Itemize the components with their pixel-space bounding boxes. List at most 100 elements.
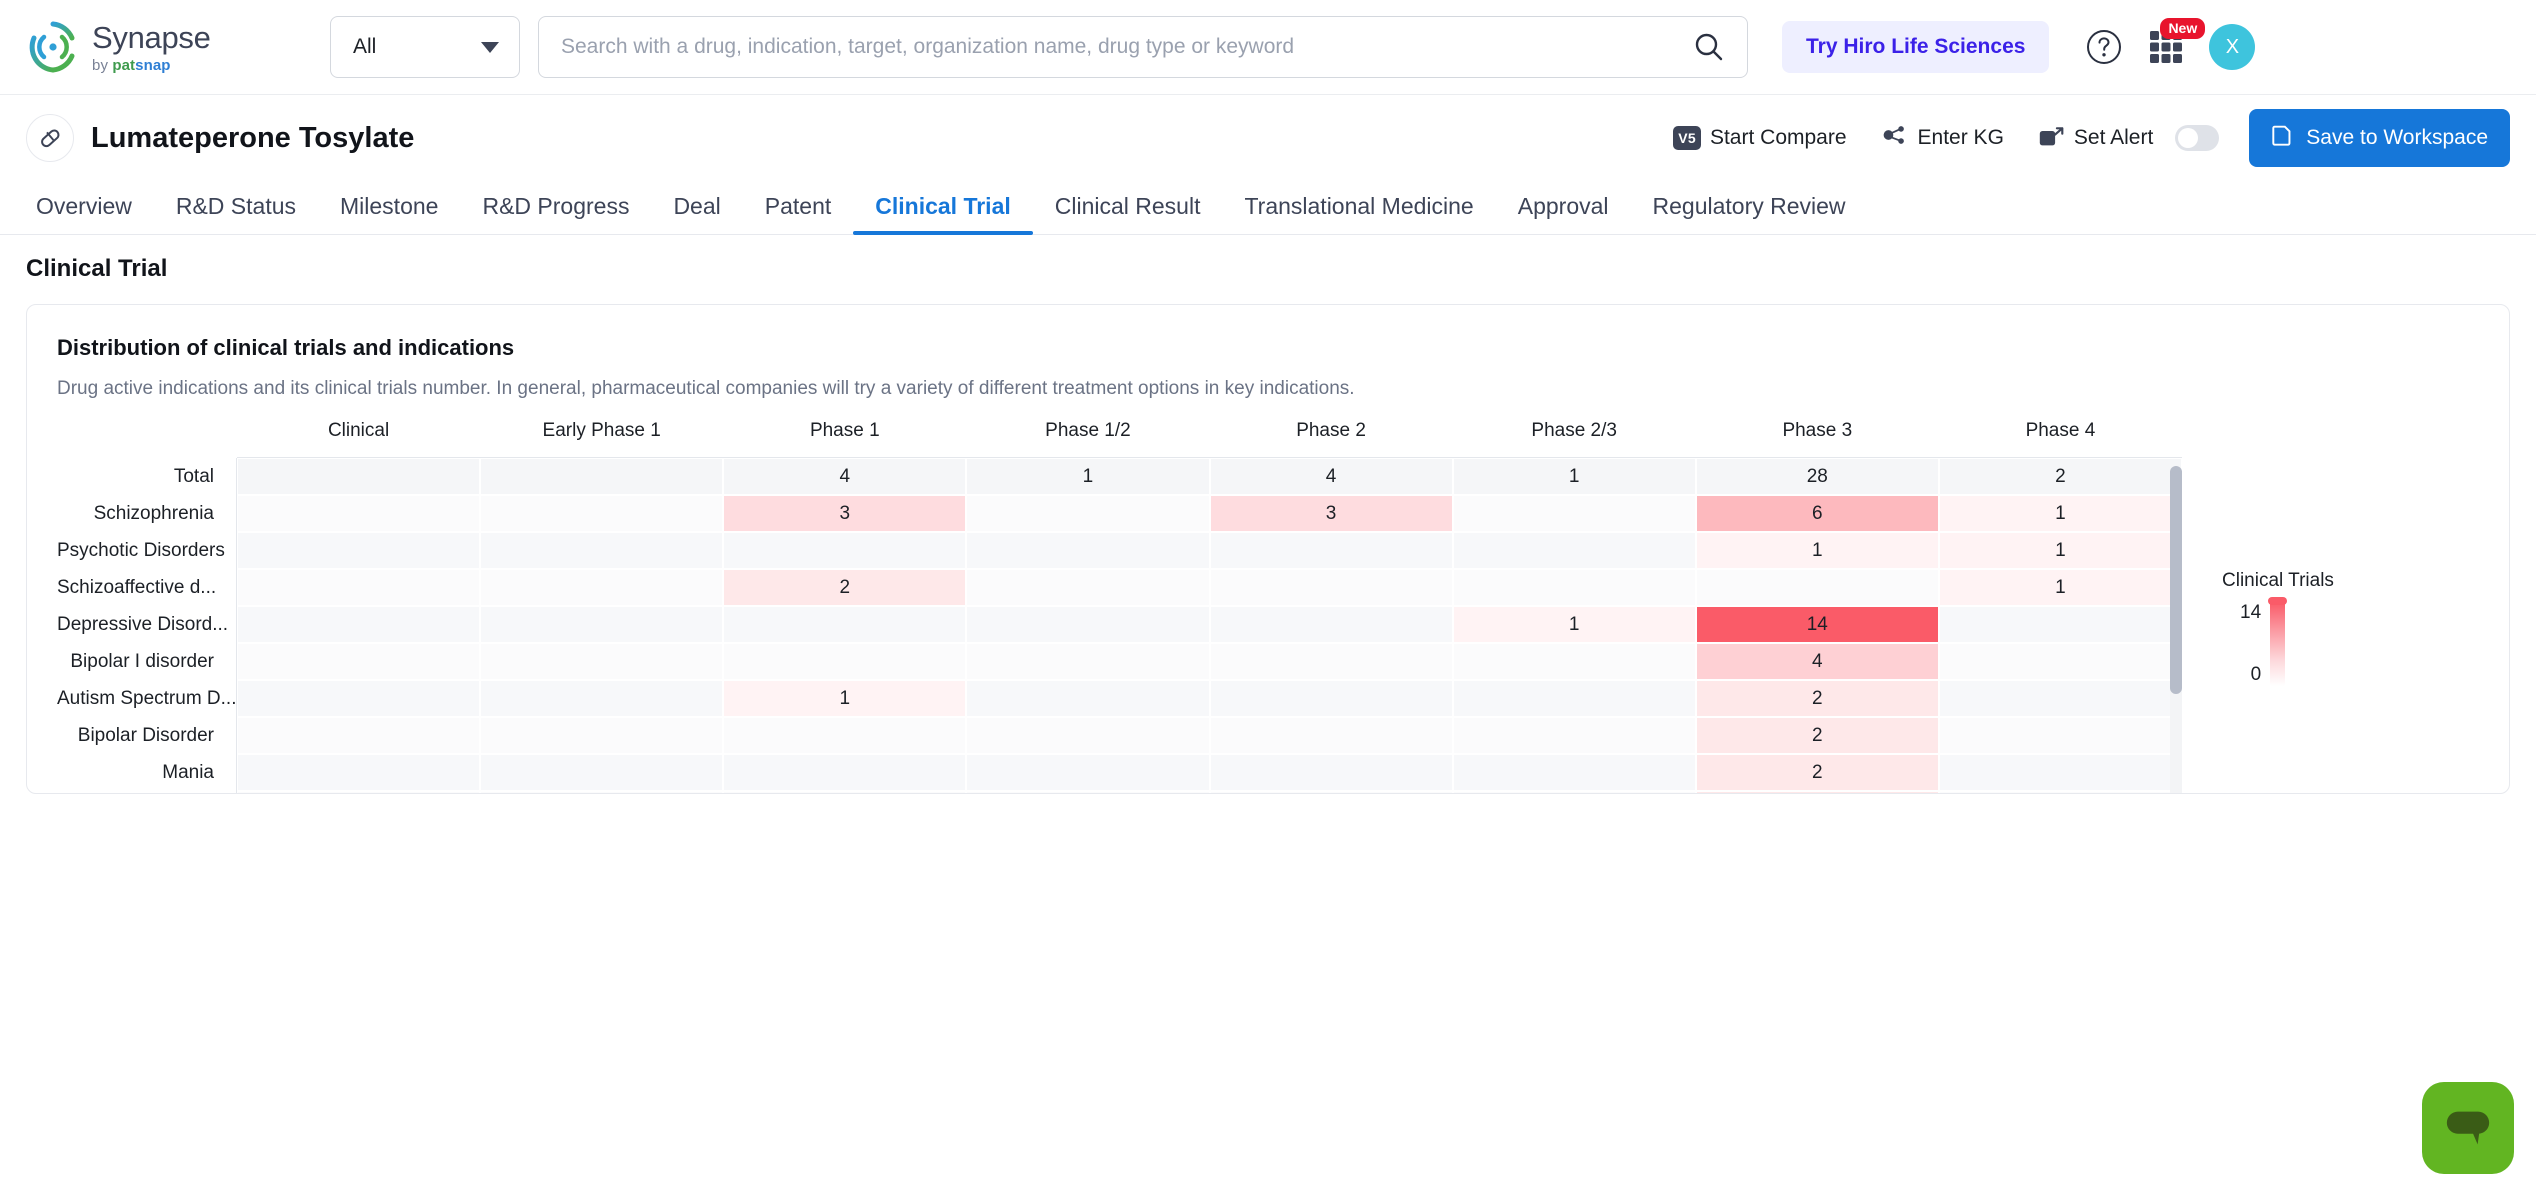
- legend-slider-handle[interactable]: [2268, 597, 2288, 605]
- heatmap-cell[interactable]: [1209, 717, 1453, 754]
- heatmap-cell[interactable]: 3: [723, 495, 967, 532]
- tab-milestone[interactable]: Milestone: [318, 193, 460, 234]
- heatmap-cell[interactable]: [723, 606, 967, 643]
- heatmap-cell[interactable]: [1452, 495, 1696, 532]
- heatmap-cell[interactable]: 1: [1938, 532, 2182, 569]
- user-avatar[interactable]: X: [2209, 24, 2256, 70]
- heatmap-cell[interactable]: 1: [1695, 532, 1939, 569]
- heatmap-cell[interactable]: [723, 791, 967, 793]
- chat-widget-button[interactable]: [2422, 1082, 2514, 1174]
- try-hiro-life-sciences-button[interactable]: Try Hiro Life Sciences: [1782, 21, 2050, 73]
- apps-grid-button[interactable]: New: [2147, 18, 2206, 66]
- heatmap-cell[interactable]: [237, 569, 481, 606]
- heatmap-cell[interactable]: [1209, 643, 1453, 680]
- heatmap-cell[interactable]: [237, 791, 481, 793]
- heatmap-cell[interactable]: [1209, 569, 1453, 606]
- heatmap-cell[interactable]: [1938, 643, 2182, 680]
- heatmap-cell[interactable]: [1938, 606, 2182, 643]
- heatmap-cell[interactable]: [966, 532, 1210, 569]
- search-input[interactable]: [561, 35, 1693, 59]
- heatmap-cell[interactable]: [966, 643, 1210, 680]
- heatmap-cell[interactable]: [237, 754, 481, 791]
- tab-translational-medicine[interactable]: Translational Medicine: [1222, 193, 1495, 234]
- heatmap-cell[interactable]: [723, 532, 967, 569]
- heatmap-cell[interactable]: [723, 717, 967, 754]
- heatmap-cell[interactable]: [1938, 717, 2182, 754]
- heatmap-cell[interactable]: 1: [723, 680, 967, 717]
- heatmap-cell[interactable]: [237, 717, 481, 754]
- search-icon[interactable]: [1693, 31, 1725, 63]
- heatmap-cell[interactable]: 2: [1695, 717, 1939, 754]
- heatmap-cell[interactable]: [1695, 569, 1939, 606]
- tab-overview[interactable]: Overview: [14, 193, 154, 234]
- heatmap-cell[interactable]: [1452, 569, 1696, 606]
- brand-logo[interactable]: Synapse by patsnap: [26, 20, 286, 74]
- heatmap-cell[interactable]: 2: [1695, 680, 1939, 717]
- heatmap-cell[interactable]: [237, 495, 481, 532]
- heatmap-cell[interactable]: [1452, 717, 1696, 754]
- heatmap-cell[interactable]: [966, 717, 1210, 754]
- tab-deal[interactable]: Deal: [651, 193, 742, 234]
- heatmap-cell[interactable]: 4: [1209, 458, 1453, 495]
- scrollbar-thumb[interactable]: [2170, 466, 2182, 694]
- heatmap-cell[interactable]: [1209, 680, 1453, 717]
- heatmap-cell[interactable]: [237, 606, 481, 643]
- heatmap-cell[interactable]: [966, 569, 1210, 606]
- heatmap-cell[interactable]: 1: [1452, 458, 1696, 495]
- heatmap-cell[interactable]: [480, 569, 724, 606]
- search-bar[interactable]: [538, 16, 1748, 78]
- heatmap-cell[interactable]: [1452, 680, 1696, 717]
- tab-clinical-trial[interactable]: Clinical Trial: [853, 193, 1033, 235]
- heatmap-cell[interactable]: [1209, 791, 1453, 793]
- heatmap-cell[interactable]: [480, 791, 724, 793]
- heatmap-cell[interactable]: [1452, 791, 1696, 793]
- tab-clinical-result[interactable]: Clinical Result: [1033, 193, 1223, 234]
- heatmap-cell[interactable]: 1: [1452, 606, 1696, 643]
- heatmap-cell[interactable]: 3: [1209, 495, 1453, 532]
- heatmap-cell[interactable]: [237, 643, 481, 680]
- tab-r-d-status[interactable]: R&D Status: [154, 193, 318, 234]
- start-compare-button[interactable]: V5 Start Compare: [1673, 126, 1847, 150]
- heatmap-cell[interactable]: [480, 606, 724, 643]
- heatmap-cell[interactable]: 1: [966, 458, 1210, 495]
- tab-patent[interactable]: Patent: [743, 193, 854, 234]
- heatmap-cell[interactable]: [1938, 680, 2182, 717]
- set-alert-button[interactable]: Set Alert: [2038, 122, 2220, 155]
- enter-kg-button[interactable]: Enter KG: [1881, 121, 2004, 155]
- heatmap-cell[interactable]: [1452, 532, 1696, 569]
- heatmap-cell[interactable]: [480, 680, 724, 717]
- heatmap-cell[interactable]: [1452, 754, 1696, 791]
- heatmap-cell[interactable]: 2: [1938, 458, 2182, 495]
- heatmap-cell[interactable]: 4: [1695, 643, 1939, 680]
- heatmap-cell[interactable]: [237, 458, 481, 495]
- heatmap-cell[interactable]: [966, 495, 1210, 532]
- heatmap-cell[interactable]: [237, 680, 481, 717]
- heatmap-cell[interactable]: [480, 717, 724, 754]
- heatmap-cell[interactable]: [1938, 791, 2182, 793]
- heatmap-cell[interactable]: [480, 495, 724, 532]
- heatmap-cell[interactable]: [966, 791, 1210, 793]
- set-alert-toggle[interactable]: [2175, 125, 2220, 151]
- heatmap-cell[interactable]: [480, 532, 724, 569]
- heatmap-cell[interactable]: 6: [1695, 495, 1939, 532]
- heatmap-cell[interactable]: [480, 754, 724, 791]
- heatmap-cell[interactable]: 4: [723, 458, 967, 495]
- tab-regulatory-review[interactable]: Regulatory Review: [1631, 193, 1868, 234]
- question-mark-circle-icon[interactable]: [2085, 28, 2123, 66]
- heatmap-cell[interactable]: 2: [723, 569, 967, 606]
- heatmap-cell[interactable]: [480, 643, 724, 680]
- heatmap-cell[interactable]: [1452, 643, 1696, 680]
- heatmap-cell[interactable]: [480, 458, 724, 495]
- heatmap-cell[interactable]: [966, 754, 1210, 791]
- heatmap-cell[interactable]: 2: [1695, 791, 1939, 793]
- heatmap-cell[interactable]: 14: [1695, 606, 1939, 643]
- heatmap-cell[interactable]: [723, 643, 967, 680]
- legend-gradient-bar[interactable]: [2268, 597, 2288, 686]
- heatmap-cell[interactable]: [723, 754, 967, 791]
- heatmap-cell[interactable]: [1209, 754, 1453, 791]
- heatmap-cell[interactable]: [1209, 606, 1453, 643]
- heatmap-cell[interactable]: 2: [1695, 754, 1939, 791]
- tab-approval[interactable]: Approval: [1496, 193, 1631, 234]
- save-to-workspace-button[interactable]: Save to Workspace: [2249, 109, 2510, 167]
- heatmap-cell[interactable]: [966, 680, 1210, 717]
